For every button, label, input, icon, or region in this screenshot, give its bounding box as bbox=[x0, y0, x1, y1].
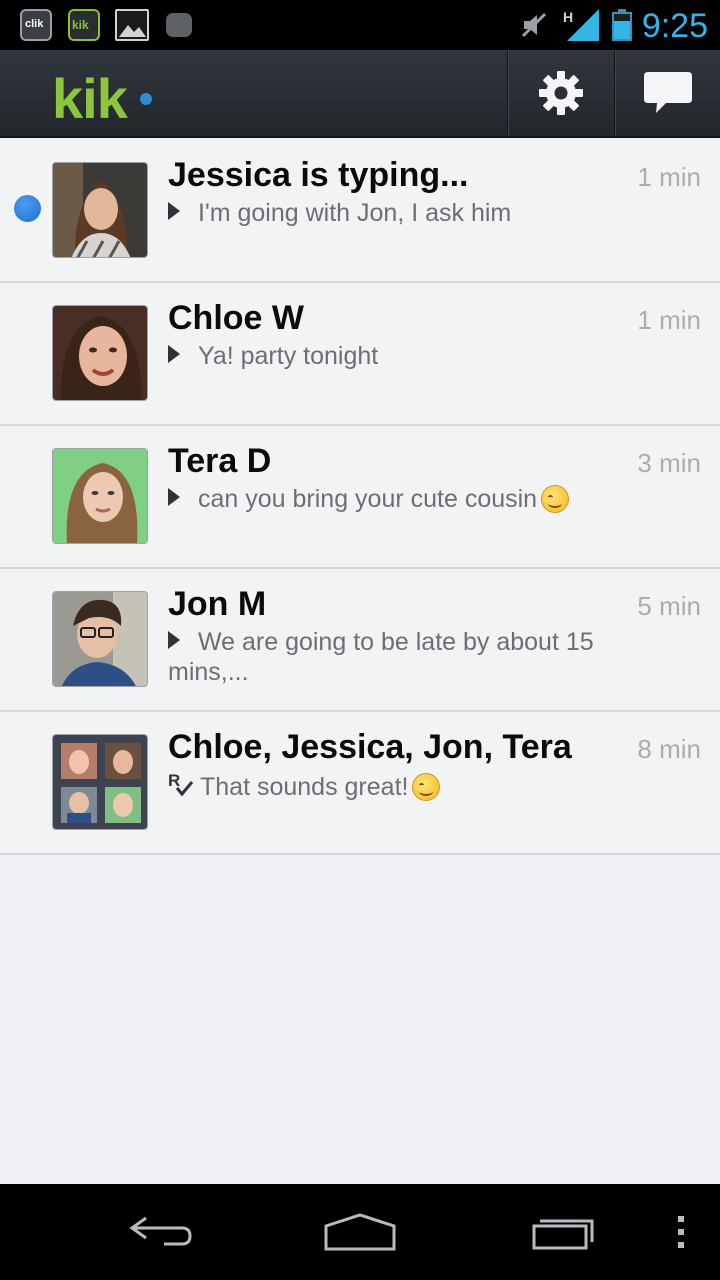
conversation-list: Jessica is typing... 1 min I'm going wit… bbox=[0, 140, 720, 855]
back-button[interactable] bbox=[120, 1208, 200, 1256]
preview-text: That sounds great! bbox=[200, 773, 409, 801]
battery-icon bbox=[612, 9, 632, 41]
conversation-name: Jessica is typing... bbox=[168, 156, 469, 194]
status-bar: clik kik H 9:25 bbox=[0, 0, 720, 50]
settings-button[interactable] bbox=[507, 50, 613, 136]
home-icon bbox=[324, 1213, 396, 1251]
conversation-name: Chloe, Jessica, Jon, Tera bbox=[168, 728, 572, 766]
conversation-time: 3 min bbox=[637, 448, 701, 478]
clik-notification-label: clik bbox=[25, 18, 44, 30]
conversation-row[interactable]: Jessica is typing... 1 min I'm going wit… bbox=[0, 140, 720, 283]
sent-arrow-icon bbox=[168, 631, 180, 649]
svg-text:R: R bbox=[168, 771, 180, 790]
gear-icon bbox=[538, 71, 583, 115]
preview-text: can you bring your cute cousin bbox=[198, 485, 538, 513]
read-receipt-icon: R bbox=[168, 771, 194, 797]
app-notification-icon bbox=[166, 13, 192, 37]
sent-arrow-icon bbox=[168, 345, 180, 363]
sent-arrow-icon bbox=[168, 202, 180, 220]
conversation-preview: We are going to be late by about 15 mins… bbox=[168, 627, 618, 687]
back-arrow-icon bbox=[129, 1216, 192, 1246]
preview-text: We are going to be late by about 15 mins… bbox=[168, 628, 594, 686]
kik-notification-icon: kik bbox=[68, 9, 100, 41]
smiley-emoji-icon bbox=[541, 485, 570, 513]
conversation-time: 1 min bbox=[637, 162, 701, 192]
preview-text: Ya! party tonight bbox=[198, 342, 379, 370]
unread-indicator bbox=[14, 195, 41, 222]
avatar bbox=[52, 162, 148, 258]
avatar bbox=[52, 305, 148, 401]
conversation-preview: R That sounds great! bbox=[168, 770, 618, 802]
conversation-preview: can you bring your cute cousin bbox=[168, 484, 618, 514]
conversation-row[interactable]: Jon M 5 min We are going to be late by a… bbox=[0, 569, 720, 712]
recent-apps-button[interactable] bbox=[522, 1208, 602, 1256]
network-type-label: H bbox=[563, 9, 573, 25]
overflow-menu-button[interactable] bbox=[666, 1208, 696, 1256]
new-chat-button[interactable] bbox=[614, 50, 720, 136]
conversation-preview: Ya! party tonight bbox=[168, 341, 618, 371]
clik-notification-icon: clik bbox=[20, 9, 52, 41]
overflow-menu-icon bbox=[678, 1216, 684, 1248]
kik-notification-label: kik bbox=[72, 18, 89, 32]
conversation-time: 1 min bbox=[637, 305, 701, 335]
conversation-preview: I'm going with Jon, I ask him bbox=[168, 198, 618, 228]
action-bar: kik bbox=[0, 50, 720, 138]
conversation-time: 8 min bbox=[637, 734, 701, 764]
recent-apps-icon bbox=[532, 1219, 594, 1250]
navigation-bar bbox=[0, 1184, 720, 1280]
home-button[interactable] bbox=[318, 1208, 402, 1256]
group-avatar bbox=[52, 734, 148, 830]
conversation-name: Chloe W bbox=[168, 299, 304, 337]
conversation-row[interactable]: Tera D 3 min can you bring your cute cou… bbox=[0, 426, 720, 569]
avatar bbox=[52, 591, 148, 687]
conversation-row[interactable]: Chloe, Jessica, Jon, Tera 8 min R That s… bbox=[0, 712, 720, 855]
signal-icon: H bbox=[563, 8, 603, 47]
sent-arrow-icon bbox=[168, 488, 180, 506]
mute-icon bbox=[521, 12, 547, 38]
conversation-name: Jon M bbox=[168, 585, 267, 623]
chat-bubble-icon bbox=[643, 72, 692, 113]
conversation-row[interactable]: Chloe W 1 min Ya! party tonight bbox=[0, 283, 720, 426]
kik-logo-dot bbox=[140, 93, 152, 105]
gallery-notification-icon bbox=[115, 9, 149, 41]
preview-text: I'm going with Jon, I ask him bbox=[198, 199, 512, 227]
avatar bbox=[52, 448, 148, 544]
smiley-emoji-icon bbox=[412, 773, 441, 801]
conversation-time: 5 min bbox=[637, 591, 701, 621]
status-clock: 9:25 bbox=[641, 7, 708, 45]
conversation-name: Tera D bbox=[168, 442, 272, 480]
kik-logo: kik bbox=[52, 67, 128, 130]
